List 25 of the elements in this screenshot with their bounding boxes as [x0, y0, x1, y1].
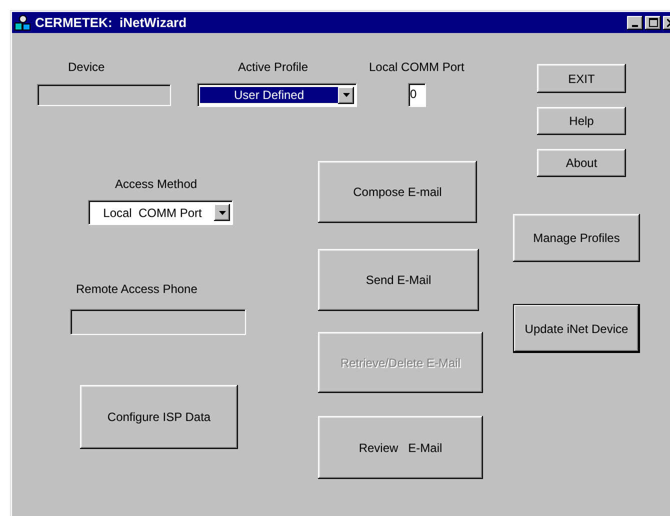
minimize-icon [632, 24, 638, 26]
dropdown[interactable]: User Defined [197, 83, 357, 107]
field-label: Local COMM Port [369, 60, 464, 74]
window-title: CERMETEK: iNetWizard [35, 15, 187, 30]
button[interactable]: Send E-Mail [318, 249, 479, 311]
field-label: Access Method [115, 177, 198, 191]
minimize-button[interactable] [627, 16, 643, 30]
button[interactable]: EXIT [537, 64, 626, 93]
field-label: Device [68, 60, 105, 74]
maximize-icon [648, 18, 658, 27]
button[interactable]: About [537, 149, 626, 177]
button[interactable]: Help [537, 107, 626, 135]
input-field[interactable]: 0 [408, 83, 426, 107]
dropdown-value: User Defined [200, 87, 338, 103]
maximize-button[interactable] [645, 16, 661, 30]
field-label: Remote Access Phone [76, 282, 198, 296]
button[interactable]: Review E-Mail [318, 416, 483, 479]
button[interactable]: Configure ISP Data [80, 385, 238, 449]
dropdown[interactable]: Local COMM Port [88, 200, 233, 225]
field-label: Active Profile [238, 60, 308, 74]
button[interactable]: Manage Profiles [513, 214, 640, 262]
button[interactable]: Update iNet Device [513, 304, 640, 353]
app-icon [14, 14, 32, 32]
dropdown-value: Local COMM Port [102, 204, 203, 220]
button[interactable]: Compose E-mail [318, 161, 477, 223]
